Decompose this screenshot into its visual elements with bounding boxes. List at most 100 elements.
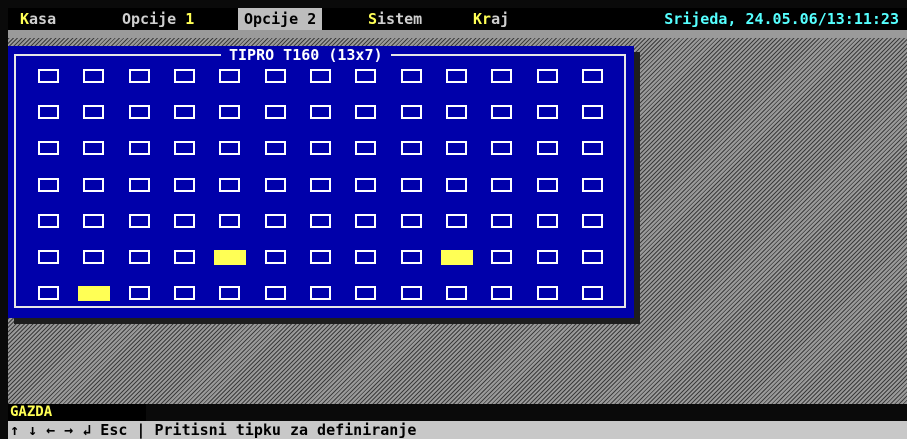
key-cell[interactable] [264, 69, 286, 83]
key-cell[interactable] [128, 141, 150, 156]
key-cell[interactable] [309, 69, 331, 83]
key-cell[interactable] [264, 250, 286, 264]
key-cell[interactable] [536, 141, 558, 156]
key-cell[interactable] [445, 141, 467, 156]
key-cell[interactable] [264, 213, 286, 228]
key-cell[interactable] [445, 105, 467, 120]
key-cell[interactable] [355, 69, 377, 83]
key-cell[interactable] [309, 177, 331, 192]
key-cell[interactable] [38, 69, 59, 83]
key-cell[interactable] [264, 177, 286, 192]
key-cell[interactable] [581, 141, 603, 156]
key-cell[interactable] [83, 177, 105, 192]
key-cell[interactable] [400, 105, 422, 120]
key-cell[interactable] [219, 286, 241, 301]
key-cell-defined[interactable] [440, 250, 473, 265]
key-cell[interactable] [400, 250, 422, 264]
menu-sistem[interactable]: Sistem [362, 8, 428, 30]
key-cell[interactable] [83, 141, 105, 156]
key-cell[interactable] [38, 213, 59, 228]
key-cell[interactable] [355, 141, 377, 156]
key-cell[interactable] [173, 69, 195, 83]
key-cell[interactable] [309, 213, 331, 228]
key-cell[interactable] [219, 141, 241, 156]
key-cell[interactable] [400, 69, 422, 83]
key-cell[interactable] [173, 105, 195, 120]
key-cell[interactable] [264, 141, 286, 156]
key-cell[interactable] [38, 177, 59, 192]
menu-kraj[interactable]: Kraj [467, 8, 515, 30]
key-cell[interactable] [355, 105, 377, 120]
key-cell[interactable] [219, 69, 241, 83]
key-cell[interactable] [581, 69, 603, 83]
menu-opcije-2[interactable]: Opcije 2 [238, 8, 323, 30]
key-cell[interactable] [173, 177, 195, 192]
key-cell-defined[interactable] [78, 286, 111, 302]
key-cell[interactable] [581, 213, 603, 228]
key-cell[interactable] [173, 141, 195, 156]
key-cell[interactable] [83, 105, 105, 120]
key-cell[interactable] [400, 177, 422, 192]
key-cell[interactable] [219, 213, 241, 228]
key-cell[interactable] [83, 213, 105, 228]
key-cell[interactable] [83, 250, 105, 264]
key-cell[interactable] [491, 105, 513, 120]
key-cell[interactable] [491, 69, 513, 83]
key-cell[interactable] [128, 105, 150, 120]
key-cell[interactable] [491, 250, 513, 264]
key-cell[interactable] [536, 213, 558, 228]
key-cell[interactable] [400, 286, 422, 301]
key-cell[interactable] [173, 213, 195, 228]
key-cell[interactable] [491, 286, 513, 301]
key-cell[interactable] [536, 177, 558, 192]
key-cell[interactable] [128, 250, 150, 264]
key-cell[interactable] [536, 69, 558, 83]
key-cell-defined[interactable] [214, 250, 247, 265]
key-cell[interactable] [581, 177, 603, 192]
key-cell[interactable] [128, 177, 150, 192]
key-cell[interactable] [38, 250, 59, 264]
key-cell[interactable] [581, 286, 603, 301]
key-cell[interactable] [445, 69, 467, 83]
key-cell[interactable] [491, 141, 513, 156]
key-cell[interactable] [355, 250, 377, 264]
menu-bar: Kasa Opcije 1 Opcije 2 Sistem Kraj Srije… [8, 8, 907, 30]
key-cell[interactable] [219, 177, 241, 192]
key-cell[interactable] [38, 141, 59, 156]
key-cell[interactable] [309, 141, 331, 156]
key-cell[interactable] [491, 177, 513, 192]
key-cell[interactable] [264, 286, 286, 301]
key-cell[interactable] [355, 286, 377, 301]
key-cell[interactable] [581, 105, 603, 120]
menu-kasa[interactable]: Kasa [14, 8, 62, 30]
key-cell[interactable] [400, 141, 422, 156]
key-cell[interactable] [536, 105, 558, 120]
key-cell[interactable] [309, 286, 331, 301]
key-cell[interactable] [38, 105, 59, 120]
key-cell[interactable] [355, 177, 377, 192]
key-cell[interactable] [581, 250, 603, 264]
key-cell[interactable] [83, 69, 105, 83]
key-cell[interactable] [128, 69, 150, 83]
key-cell[interactable] [128, 213, 150, 228]
key-cell[interactable] [219, 105, 241, 120]
menu-sistem-label: istem [377, 10, 423, 28]
key-cell[interactable] [445, 213, 467, 228]
key-cell[interactable] [38, 286, 59, 301]
key-cell[interactable] [445, 286, 467, 301]
key-cell[interactable] [536, 250, 558, 264]
datetime-display: Srijeda, 24.05.06/13:11:23 [664, 10, 899, 28]
key-cell[interactable] [173, 250, 195, 264]
key-cell[interactable] [309, 105, 331, 120]
key-cell[interactable] [309, 250, 331, 264]
menu-opcije-1[interactable]: Opcije 1 [116, 8, 200, 30]
key-cell[interactable] [355, 213, 377, 228]
key-cell[interactable] [491, 213, 513, 228]
key-cell[interactable] [128, 286, 150, 301]
key-cell[interactable] [400, 213, 422, 228]
key-cell[interactable] [264, 105, 286, 120]
menu-kasa-hotkey: K [20, 10, 30, 28]
key-cell[interactable] [445, 177, 467, 192]
key-cell[interactable] [173, 286, 195, 301]
key-cell[interactable] [536, 286, 558, 301]
